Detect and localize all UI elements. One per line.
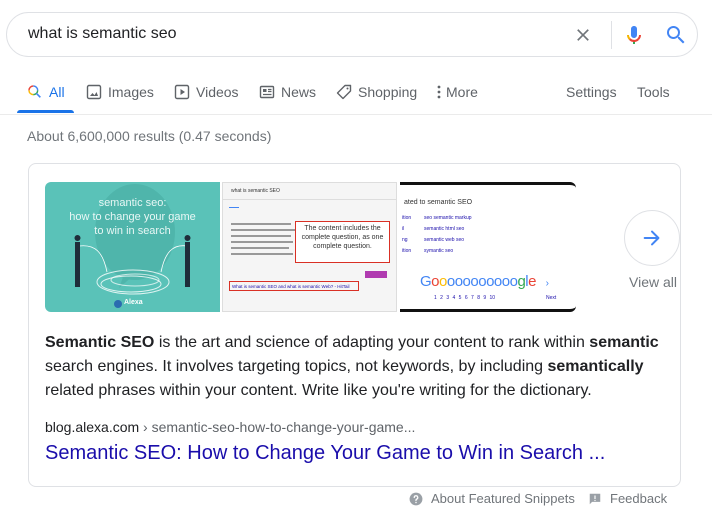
tab-all[interactable]: All bbox=[27, 82, 65, 102]
image-thumbnail-serp-example[interactable]: what is semantic SEO The content include… bbox=[222, 182, 397, 312]
search-divider bbox=[611, 21, 612, 49]
snippet-part: is the art and science of adapting your … bbox=[154, 334, 590, 351]
thumb-related-item: semantic html seo bbox=[424, 226, 465, 232]
help-icon bbox=[409, 492, 423, 505]
result-domain: blog.alexa.com bbox=[45, 419, 140, 435]
result-url: blog.alexa.com › semantic-seo-how-to-cha… bbox=[45, 419, 415, 435]
thumb-related-item: seo semantic markup bbox=[424, 215, 472, 221]
thumb-query: what is semantic SEO bbox=[231, 188, 280, 194]
tab-label: More bbox=[446, 84, 478, 100]
search-icon[interactable] bbox=[664, 23, 688, 47]
tab-videos[interactable]: Videos bbox=[174, 82, 239, 102]
close-icon[interactable] bbox=[573, 25, 593, 45]
tab-more[interactable]: More bbox=[436, 82, 478, 102]
arrow-right-icon bbox=[643, 230, 660, 246]
tab-label: Images bbox=[108, 84, 154, 100]
next-images-button[interactable] bbox=[624, 210, 680, 266]
tab-images[interactable]: Images bbox=[86, 82, 154, 102]
image-icon bbox=[86, 84, 102, 100]
image-thumbnail-alexa[interactable]: semantic seo: how to change your game to… bbox=[45, 182, 220, 312]
tab-label: Shopping bbox=[358, 84, 418, 100]
thumb-pages: 1 2 3 4 5 6 7 8 9 10 bbox=[434, 295, 496, 301]
tab-label: News bbox=[281, 84, 317, 100]
active-tab-indicator bbox=[17, 110, 74, 113]
snippet-bold: semantic bbox=[589, 334, 659, 351]
thumb-title-line: semantic seo: bbox=[98, 197, 167, 209]
thumb-tab bbox=[229, 207, 239, 208]
search-bar[interactable]: what is semantic seo bbox=[6, 12, 698, 57]
tab-news[interactable]: News bbox=[259, 82, 316, 102]
thumb-divider bbox=[223, 199, 396, 200]
snippet-bold: Semantic SEO bbox=[45, 334, 155, 351]
tab-label: Videos bbox=[196, 84, 239, 100]
feedback-icon bbox=[589, 493, 601, 504]
thumb-title-line: to win in search bbox=[94, 225, 171, 237]
thumb-related-list: seo semantic markup semantic html seo se… bbox=[424, 213, 472, 257]
goooogle-logo: Gooooooooooogle › bbox=[420, 273, 549, 290]
thumb-text-lines bbox=[231, 223, 301, 273]
about-featured-snippets-link[interactable]: About Featured Snippets bbox=[409, 491, 575, 506]
thumb-related-item: symantic seo bbox=[424, 248, 454, 254]
thumb-link: What is semantic SEO and what is semanti… bbox=[229, 281, 359, 291]
featured-snippet-card: semantic seo: how to change your game to… bbox=[28, 163, 681, 487]
microphone-icon[interactable] bbox=[622, 23, 646, 47]
thumb-heading: ated to semantic SEO bbox=[404, 199, 473, 206]
view-all-link[interactable]: View all bbox=[629, 274, 677, 290]
snippet-bold: semantically bbox=[547, 358, 644, 375]
search-tabs: All Images Videos News Shopping More Set… bbox=[0, 78, 712, 115]
tab-shopping[interactable]: Shopping bbox=[336, 82, 417, 102]
feedback-label: Feedback bbox=[610, 491, 668, 506]
thumb-title-line: how to change your game bbox=[69, 211, 196, 223]
snippet-part: related phrases within your content. Wri… bbox=[45, 382, 592, 399]
snippet-part: search engines. It involves targeting to… bbox=[45, 358, 548, 375]
tools-link[interactable]: Tools bbox=[637, 82, 670, 102]
result-stats: About 6,600,000 results (0.47 seconds) bbox=[27, 128, 272, 144]
tab-label: All bbox=[49, 84, 65, 100]
search-icon bbox=[28, 85, 41, 98]
about-label: About Featured Snippets bbox=[431, 491, 575, 506]
feedback-link[interactable]: Feedback bbox=[588, 491, 667, 506]
image-thumbnail-related-searches[interactable]: ated to semantic SEO seo semantic markup… bbox=[400, 182, 576, 312]
thumb-badge bbox=[365, 271, 387, 278]
settings-link[interactable]: Settings bbox=[566, 82, 617, 102]
thumb-callout: The content includes the complete questi… bbox=[295, 221, 390, 263]
newspaper-icon bbox=[259, 85, 275, 99]
more-vert-icon bbox=[437, 85, 441, 99]
search-input[interactable]: what is semantic seo bbox=[28, 25, 177, 43]
snippet-text: Semantic SEO is the art and science of a… bbox=[45, 331, 670, 403]
play-icon bbox=[174, 84, 190, 100]
tag-icon bbox=[336, 84, 352, 100]
result-path: › semantic-seo-how-to-change-your-game..… bbox=[139, 419, 416, 435]
result-title-link[interactable]: Semantic SEO: How to Change Your Game to… bbox=[45, 442, 605, 465]
thumb-next: Next bbox=[546, 295, 557, 301]
thumb-related-item: semantic web seo bbox=[424, 237, 465, 243]
brand-label: Alexa bbox=[124, 299, 143, 306]
thumb-related-left: ition il ng ition bbox=[402, 215, 412, 254]
